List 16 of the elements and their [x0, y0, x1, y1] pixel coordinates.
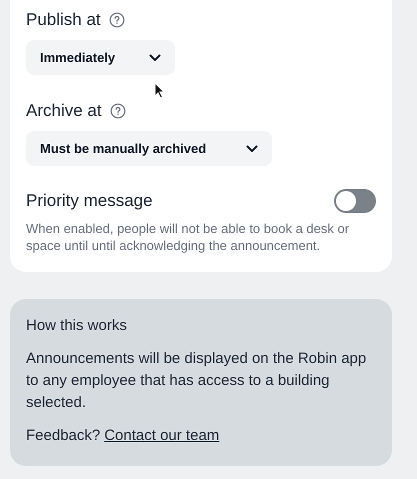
field-label: Archive at	[26, 100, 102, 122]
dropdown[interactable]: Immediately	[26, 40, 175, 75]
field-label: Publish at	[26, 9, 101, 32]
priority-label: Priority message	[26, 190, 153, 212]
chevron-down-icon	[246, 144, 258, 152]
cursor-icon	[154, 82, 165, 99]
feedback-label: Feedback?	[26, 426, 100, 446]
priority-description: When enabled, people will not be able to book a desk or space until until acknowledging the announcement.	[26, 220, 350, 254]
info-text: Announcements will be displayed on the Robin app to any employee that has access to a building selected.	[26, 349, 368, 413]
help-icon[interactable]	[110, 103, 126, 119]
help-icon[interactable]	[108, 12, 125, 28]
chevron-down-icon	[149, 54, 161, 62]
dropdown[interactable]: Must be manually archived	[26, 131, 272, 166]
info-title: How this works	[26, 316, 128, 336]
contact-link[interactable]: Contact our team	[104, 425, 220, 448]
toggle-switch[interactable]	[334, 188, 376, 213]
